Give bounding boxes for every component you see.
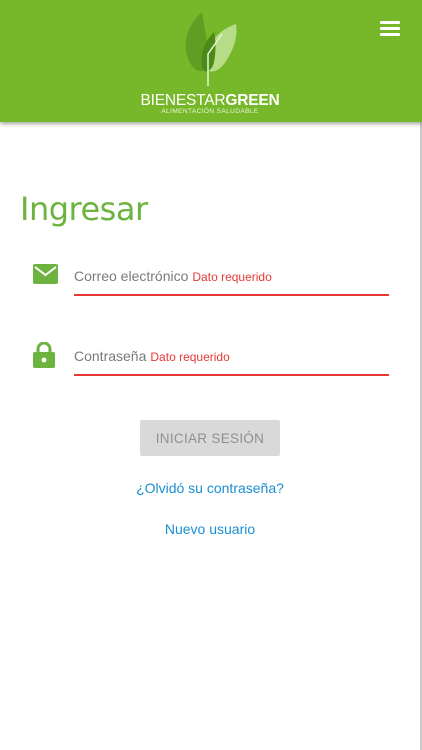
brand-logo: BIENESTARGREEN ALIMENTACIÓN SALUDABLE [0, 8, 420, 116]
forgot-password-link[interactable]: ¿Olvidó su contraseña? [0, 480, 420, 496]
password-placeholder: Contraseña Dato requerido [74, 348, 230, 364]
password-placeholder-text: Contraseña [74, 348, 147, 364]
email-input[interactable]: Correo electrónico Dato requerido [74, 260, 389, 296]
password-field-group: Contraseña Dato requerido [0, 340, 420, 386]
email-field-group: Correo electrónico Dato requerido [0, 260, 420, 306]
brand-name-bold: GREEN [225, 92, 280, 109]
brand-tagline: ALIMENTACIÓN SALUDABLE [161, 108, 259, 115]
leaves-logo-icon [185, 12, 237, 86]
page-title: Ingresar [20, 190, 148, 228]
password-error-message: Dato requerido [150, 350, 230, 364]
email-error-message: Dato requerido [192, 270, 272, 284]
brand-name-light: BIENESTAR [140, 92, 226, 109]
login-button[interactable]: INICIAR SESIÓN [140, 420, 280, 456]
email-placeholder-text: Correo electrónico [74, 268, 189, 284]
password-input[interactable]: Contraseña Dato requerido [74, 340, 389, 376]
new-user-link[interactable]: Nuevo usuario [0, 521, 420, 537]
lock-icon [33, 342, 55, 368]
hamburger-menu-icon[interactable] [372, 14, 408, 42]
email-placeholder: Correo electrónico Dato requerido [74, 268, 272, 284]
envelope-icon [33, 264, 58, 284]
app-header: BIENESTARGREEN ALIMENTACIÓN SALUDABLE [0, 0, 422, 122]
